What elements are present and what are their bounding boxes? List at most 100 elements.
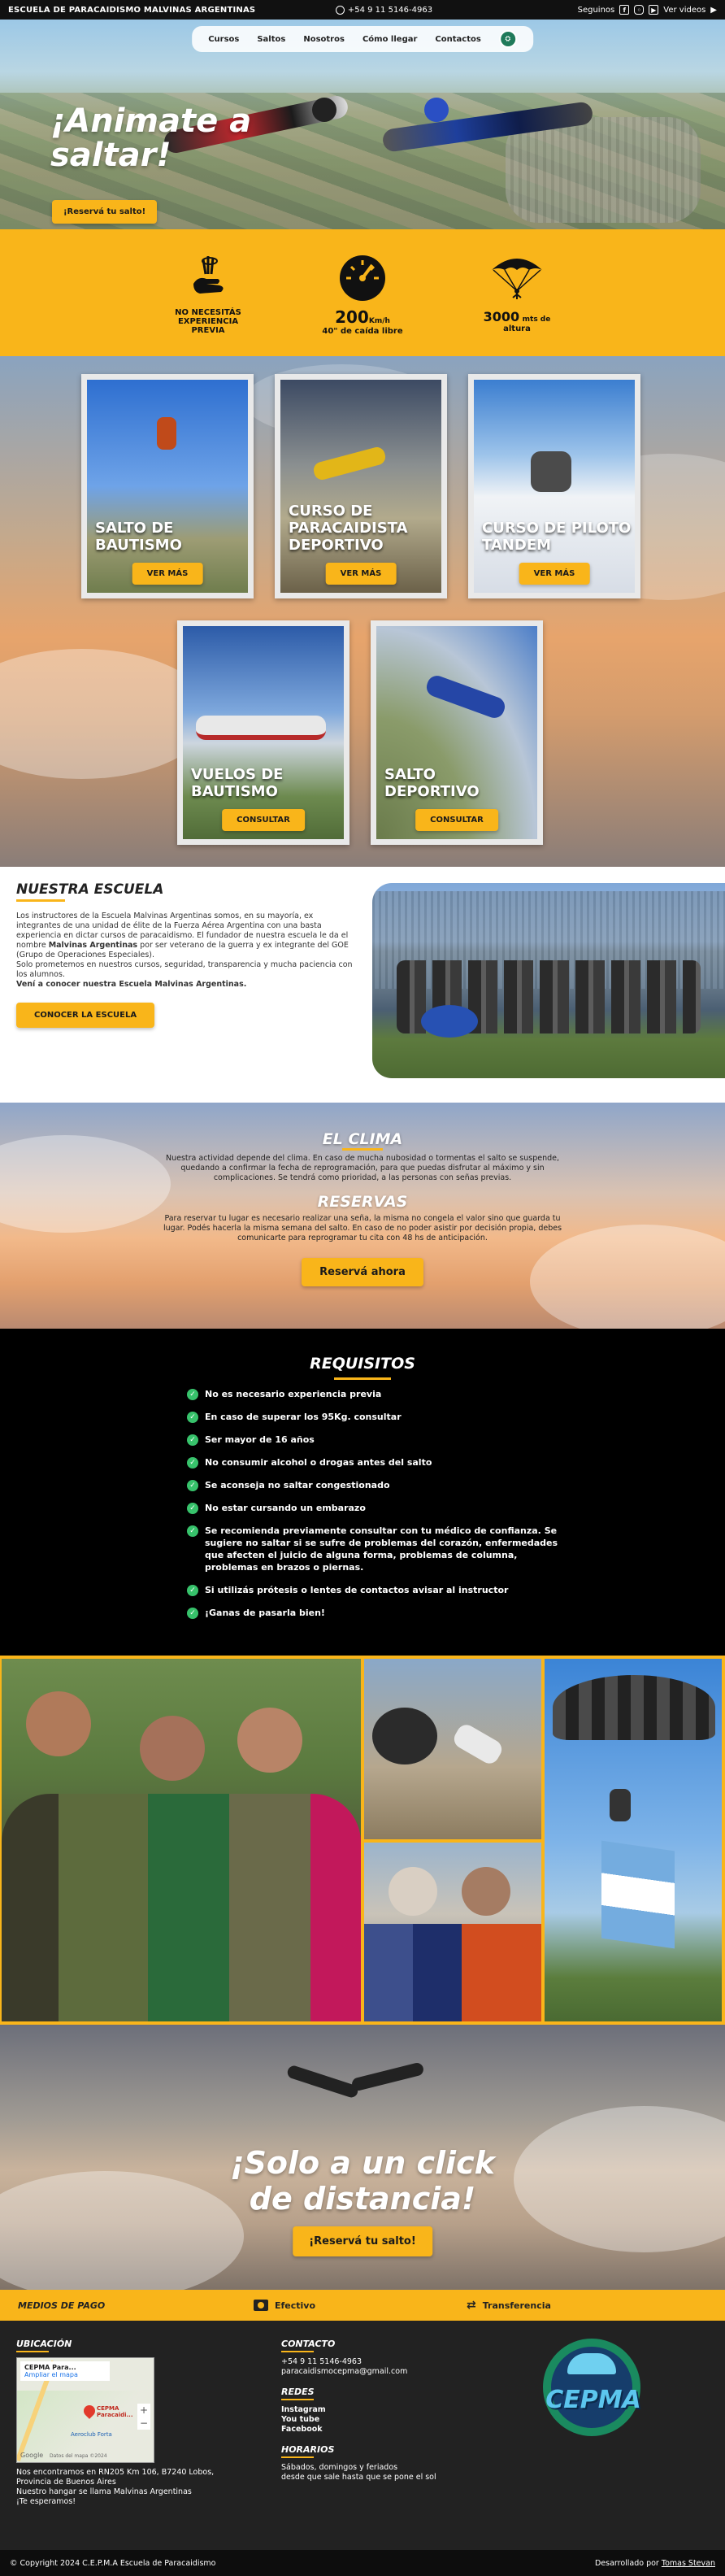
stat-speed-value: 200Km/h bbox=[335, 307, 390, 327]
hero-title-line2: saltar! bbox=[50, 137, 171, 174]
course-card-deportivo[interactable]: CURSO DE PARACAIDISTA DEPORTIVO VER MÁS bbox=[275, 374, 447, 598]
payment-cash: Efectivo bbox=[254, 2300, 315, 2311]
gallery-photo-freefall bbox=[364, 1659, 541, 1839]
course-card-vuelos[interactable]: VUELOS DE BAUTISMO CONSULTAR bbox=[177, 620, 349, 845]
developer-link[interactable]: Tomas Stevan bbox=[662, 2559, 715, 2568]
course-button-salto-deportivo[interactable]: CONSULTAR bbox=[415, 809, 498, 831]
check-icon: ✓ bbox=[187, 1585, 198, 1596]
social-link-instagram[interactable]: Instagram bbox=[281, 2405, 493, 2415]
clima-section: EL CLIMA Nuestra actividad depende del c… bbox=[0, 1103, 725, 1329]
social-link-facebook[interactable]: Facebook bbox=[281, 2425, 493, 2435]
gallery-photo-group bbox=[2, 1659, 361, 2021]
cta-title-line2: de distancia! bbox=[249, 2181, 476, 2217]
follow-label: Seguinos bbox=[577, 5, 615, 15]
stat-experience: NO NECESITÁS EXPERIENCIA PREVIA bbox=[163, 251, 253, 335]
payment-transfer-label: Transferencia bbox=[482, 2300, 551, 2311]
canopy-striped bbox=[553, 1675, 715, 1740]
person bbox=[462, 1867, 510, 1916]
horarios-title: HORARIOS bbox=[281, 2444, 335, 2455]
title-underline bbox=[16, 899, 65, 902]
stat-experience-line2: EXPERIENCIA bbox=[177, 316, 239, 326]
photo-gallery bbox=[0, 1656, 725, 2025]
nav-item-contactos[interactable]: Contactos bbox=[435, 35, 480, 44]
stat-altitude: 3000 mts de altura bbox=[472, 252, 562, 333]
group-bodies bbox=[2, 1794, 361, 2021]
person bbox=[140, 1716, 205, 1781]
facebook-icon[interactable]: f bbox=[619, 5, 630, 15]
course-button-tandem[interactable]: VER MÁS bbox=[519, 563, 590, 585]
footer-ubicacion: UBICACIÓN CEPMA Para... Ampliar el mapa … bbox=[16, 2339, 260, 2507]
stat-altitude-unit: mts de bbox=[522, 315, 551, 324]
jumper bbox=[610, 1789, 631, 1821]
course-button-deportivo[interactable]: VER MÁS bbox=[325, 563, 397, 585]
location-map[interactable]: CEPMA Para... Ampliar el mapa CEPMA Para… bbox=[16, 2357, 154, 2463]
list-item: ✓ ¡Ganas de pasarla bien! bbox=[187, 1607, 569, 1619]
nav-item-cursos[interactable]: Cursos bbox=[208, 35, 239, 44]
requisito-text: Se aconseja no saltar congestionado bbox=[205, 1480, 390, 1490]
course-card-tandem[interactable]: CURSO DE PILOTO TANDEM VER MÁS bbox=[468, 374, 640, 598]
requisito-text: No consumir alcohol o drogas antes del s… bbox=[205, 1457, 432, 1468]
parachute-icon bbox=[492, 259, 542, 299]
list-item: ✓ No estar cursando un embarazo bbox=[187, 1502, 569, 1514]
social-link-youtube[interactable]: You tube bbox=[281, 2415, 493, 2425]
school-button[interactable]: CONOCER LA ESCUELA bbox=[16, 1003, 155, 1028]
requisito-text: Si utilizás prótesis o lentes de contact… bbox=[205, 1585, 509, 1595]
instagram-icon[interactable]: ◦ bbox=[634, 5, 645, 15]
logo-parachute-icon bbox=[567, 2353, 616, 2374]
phone-link[interactable]: +54 9 11 5146-4963 bbox=[335, 5, 432, 15]
check-icon: ✓ bbox=[187, 1608, 198, 1619]
cepma-logo[interactable]: CEPMA bbox=[528, 2339, 658, 2436]
play-icon[interactable]: ▶ bbox=[710, 6, 717, 15]
yellow-jumper bbox=[311, 445, 388, 482]
map-header: CEPMA Para... Ampliar el mapa bbox=[20, 2361, 110, 2381]
hero-section: Cursos Saltos Nosotros Cómo llegar Conta… bbox=[0, 20, 725, 229]
title-underline bbox=[281, 2399, 314, 2400]
nav-item-como-llegar[interactable]: Cómo llegar bbox=[362, 35, 417, 44]
map-zoom-controls[interactable]: + − bbox=[137, 2404, 150, 2430]
course-button-bautismo[interactable]: VER MÁS bbox=[132, 563, 203, 585]
nav-item-nosotros[interactable]: Nosotros bbox=[303, 35, 345, 44]
clima-text: Nuestra actividad depende del clima. En … bbox=[165, 1154, 560, 1182]
course-card-salto-deportivo[interactable]: SALTO DEPORTIVO CONSULTAR bbox=[371, 620, 543, 845]
videos-link[interactable]: Ver videos bbox=[663, 6, 705, 15]
address-line: Provincia de Buenos Aires bbox=[16, 2478, 116, 2487]
cta-title-line1: ¡Solo a un click bbox=[230, 2145, 495, 2181]
contact-email[interactable]: paracaidismocepma@gmail.com bbox=[281, 2367, 493, 2377]
hero-background-town bbox=[506, 117, 701, 223]
check-icon: ✓ bbox=[187, 1503, 198, 1514]
logo-text: CEPMA bbox=[545, 2386, 641, 2414]
check-icon: ✓ bbox=[187, 1480, 198, 1491]
contact-phone[interactable]: +54 9 11 5146-4963 bbox=[281, 2357, 493, 2367]
map-place-label: Aeroclub Forta bbox=[71, 2431, 112, 2438]
course-title-bautismo: SALTO DE BAUTISMO bbox=[95, 520, 182, 554]
hero-title-line1: ¡Animate a bbox=[50, 102, 252, 140]
cta-reserve-button[interactable]: ¡Reservá tu salto! bbox=[293, 2226, 432, 2256]
stat-speed-unit: Km/h bbox=[368, 316, 390, 325]
course-card-bautismo[interactable]: SALTO DE BAUTISMO VER MÁS bbox=[81, 374, 254, 598]
footer-contacto: CONTACTO +54 9 11 5146-4963 paracaidismo… bbox=[281, 2339, 493, 2482]
requisitos-section: REQUISITOS ✓ No es necesario experiencia … bbox=[0, 1329, 725, 1656]
requisito-text: En caso de superar los 95Kg. consultar bbox=[205, 1412, 402, 1422]
hero-reserve-button[interactable]: ¡Reservá tu salto! bbox=[52, 200, 158, 224]
stat-speed-sub: 40" de caída libre bbox=[322, 326, 403, 336]
map-expand-link[interactable]: Ampliar el mapa bbox=[24, 2371, 106, 2378]
reserve-now-button[interactable]: Reservá ahora bbox=[302, 1258, 423, 1286]
skydivers-silhouette bbox=[285, 2061, 425, 2103]
requisito-text: ¡Ganas de pasarla bien! bbox=[205, 1608, 325, 1618]
youtube-icon[interactable]: ▶ bbox=[649, 5, 659, 15]
payment-cash-label: Efectivo bbox=[275, 2300, 316, 2311]
stat-experience-line1: NO NECESITÁS bbox=[175, 307, 241, 317]
nav-logo-icon[interactable]: ⛭ bbox=[498, 30, 517, 48]
freefall-jumper bbox=[423, 672, 508, 721]
title-underline bbox=[281, 2351, 314, 2352]
stat-speed: 200Km/h 40" de caída libre bbox=[318, 250, 407, 336]
course-image-deportivo: CURSO DE PARACAIDISTA DEPORTIVO VER MÁS bbox=[280, 380, 441, 593]
check-icon: ✓ bbox=[187, 1412, 198, 1423]
blue-canopy bbox=[421, 1005, 478, 1038]
person bbox=[237, 1708, 302, 1773]
course-button-vuelos[interactable]: CONSULTAR bbox=[222, 809, 305, 831]
requisitos-list: ✓ No es necesario experiencia previa ✓ En … bbox=[187, 1388, 569, 1619]
horarios-line: desde que sale hasta que se pone el sol bbox=[281, 2473, 436, 2482]
nav-item-saltos[interactable]: Saltos bbox=[257, 35, 285, 44]
school-p1-bold: Malvinas Argentinas bbox=[48, 941, 138, 950]
